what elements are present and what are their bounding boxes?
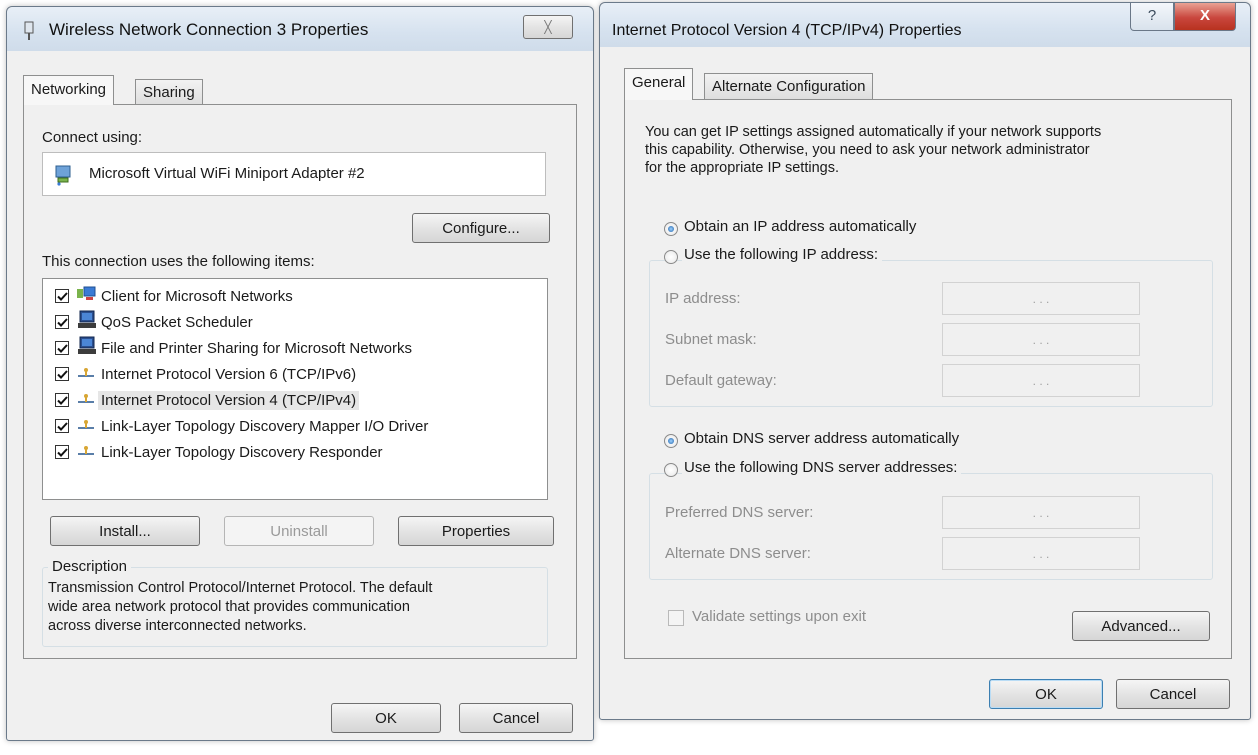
protocol-icon xyxy=(77,366,95,383)
dns-manual-radio[interactable] xyxy=(664,463,678,477)
description-line-2: wide area network protocol that provides… xyxy=(48,599,410,615)
protocol-icon xyxy=(77,392,95,409)
validate-label: Validate settings upon exit xyxy=(692,608,867,625)
properties-button[interactable]: Properties xyxy=(398,516,554,546)
right-ok-button[interactable]: OK xyxy=(989,679,1103,709)
dns-auto-label[interactable]: Obtain DNS server address automatically xyxy=(684,430,959,447)
close-icon: ╳ xyxy=(544,20,552,34)
ip-manual-label[interactable]: Use the following IP address: xyxy=(682,246,882,263)
ip-auto-label[interactable]: Obtain an IP address automatically xyxy=(684,218,916,235)
help-icon: ? xyxy=(1147,7,1157,24)
connect-using-label: Connect using: xyxy=(42,129,143,146)
network-adapter-icon xyxy=(23,21,35,45)
install-button[interactable]: Install... xyxy=(50,516,200,546)
left-close-button[interactable]: ╳ xyxy=(523,15,573,39)
close-icon: X xyxy=(1199,7,1210,24)
intro-line-2: this capability. Otherwise, you need to … xyxy=(645,142,1090,158)
protocol-icon xyxy=(77,418,95,435)
description-line-3: across diverse interconnected networks. xyxy=(48,618,307,634)
item-checkbox[interactable] xyxy=(55,289,69,303)
default-gateway-input[interactable]: . . . xyxy=(942,364,1140,397)
ip-address-label: IP address: xyxy=(665,290,741,307)
uninstall-button[interactable]: Uninstall xyxy=(224,516,374,546)
alternate-dns-label: Alternate DNS server: xyxy=(665,545,811,562)
alternate-dns-input[interactable]: . . . xyxy=(942,537,1140,570)
item-checkbox[interactable] xyxy=(55,367,69,381)
item-checkbox[interactable] xyxy=(55,393,69,407)
tab-sharing[interactable]: Sharing xyxy=(135,79,203,105)
item-checkbox[interactable] xyxy=(55,315,69,329)
right-dialog-title: Internet Protocol Version 4 (TCP/IPv4) P… xyxy=(612,22,962,39)
configure-button[interactable]: Configure... xyxy=(412,213,550,243)
adapter-box[interactable]: Microsoft Virtual WiFi Miniport Adapter … xyxy=(42,152,546,196)
dns-manual-label[interactable]: Use the following DNS server addresses: xyxy=(682,459,962,476)
preferred-dns-label: Preferred DNS server: xyxy=(665,504,814,521)
ip-address-input[interactable]: . . . xyxy=(942,282,1140,315)
tab-general[interactable]: General xyxy=(624,68,694,100)
item-checkbox[interactable] xyxy=(55,341,69,355)
list-item-client-networks[interactable]: Client for Microsoft Networks xyxy=(55,284,293,308)
protocol-icon xyxy=(77,444,95,461)
tab-networking[interactable]: Networking xyxy=(23,75,115,105)
item-checkbox[interactable] xyxy=(55,419,69,433)
item-checkbox[interactable] xyxy=(55,445,69,459)
ipv4-properties-dialog: Internet Protocol Version 4 (TCP/IPv4) P… xyxy=(599,2,1251,720)
preferred-dns-input[interactable]: . . . xyxy=(942,496,1140,529)
advanced-button[interactable]: Advanced... xyxy=(1072,611,1210,641)
help-button[interactable]: ? xyxy=(1130,3,1174,31)
right-close-button[interactable]: X xyxy=(1174,3,1236,31)
computer-service-icon xyxy=(77,310,97,334)
right-cancel-button[interactable]: Cancel xyxy=(1116,679,1230,709)
list-item-tcp-ipv4[interactable]: Internet Protocol Version 4 (TCP/IPv4) xyxy=(55,388,360,412)
list-item-file-printer-sharing[interactable]: File and Printer Sharing for Microsoft N… xyxy=(55,336,412,360)
list-item-tcp-ipv6[interactable]: Internet Protocol Version 6 (TCP/IPv6) xyxy=(55,362,356,386)
list-item-lltd-mapper[interactable]: Link-Layer Topology Discovery Mapper I/O… xyxy=(55,414,428,438)
intro-line-1: You can get IP settings assigned automat… xyxy=(645,124,1102,140)
items-list[interactable]: Client for Microsoft Networks QoS Packet… xyxy=(42,278,548,500)
left-dialog-title: Wireless Network Connection 3 Properties xyxy=(49,20,369,39)
adapter-icon xyxy=(53,164,75,190)
tab-alternate-configuration[interactable]: Alternate Configuration xyxy=(704,73,874,99)
networking-panel: Connect using: Microsoft Virtual WiFi Mi… xyxy=(23,104,577,659)
network-client-icon xyxy=(77,285,97,307)
list-item-lltd-responder[interactable]: Link-Layer Topology Discovery Responder xyxy=(55,440,383,464)
intro-line-3: for the appropriate IP settings. xyxy=(645,160,839,176)
subnet-mask-input[interactable]: . . . xyxy=(942,323,1140,356)
ip-auto-radio[interactable] xyxy=(664,222,678,236)
subnet-mask-label: Subnet mask: xyxy=(665,331,757,348)
left-cancel-button[interactable]: Cancel xyxy=(459,703,573,733)
adapter-name: Microsoft Virtual WiFi Miniport Adapter … xyxy=(89,165,365,182)
list-item-qos-scheduler[interactable]: QoS Packet Scheduler xyxy=(55,310,253,334)
left-ok-button[interactable]: OK xyxy=(331,703,441,733)
wireless-properties-dialog: Wireless Network Connection 3 Properties… xyxy=(6,6,594,741)
dns-auto-radio[interactable] xyxy=(664,434,678,448)
general-panel: You can get IP settings assigned automat… xyxy=(624,99,1232,659)
validate-checkbox[interactable] xyxy=(668,610,684,626)
ip-manual-radio[interactable] xyxy=(664,250,678,264)
description-label: Description xyxy=(48,558,132,575)
selected-item-label: Internet Protocol Version 4 (TCP/IPv4) xyxy=(98,390,360,410)
default-gateway-label: Default gateway: xyxy=(665,372,777,389)
computer-service-icon xyxy=(77,336,97,360)
items-label: This connection uses the following items… xyxy=(42,253,315,270)
description-line-1: Transmission Control Protocol/Internet P… xyxy=(48,580,433,596)
